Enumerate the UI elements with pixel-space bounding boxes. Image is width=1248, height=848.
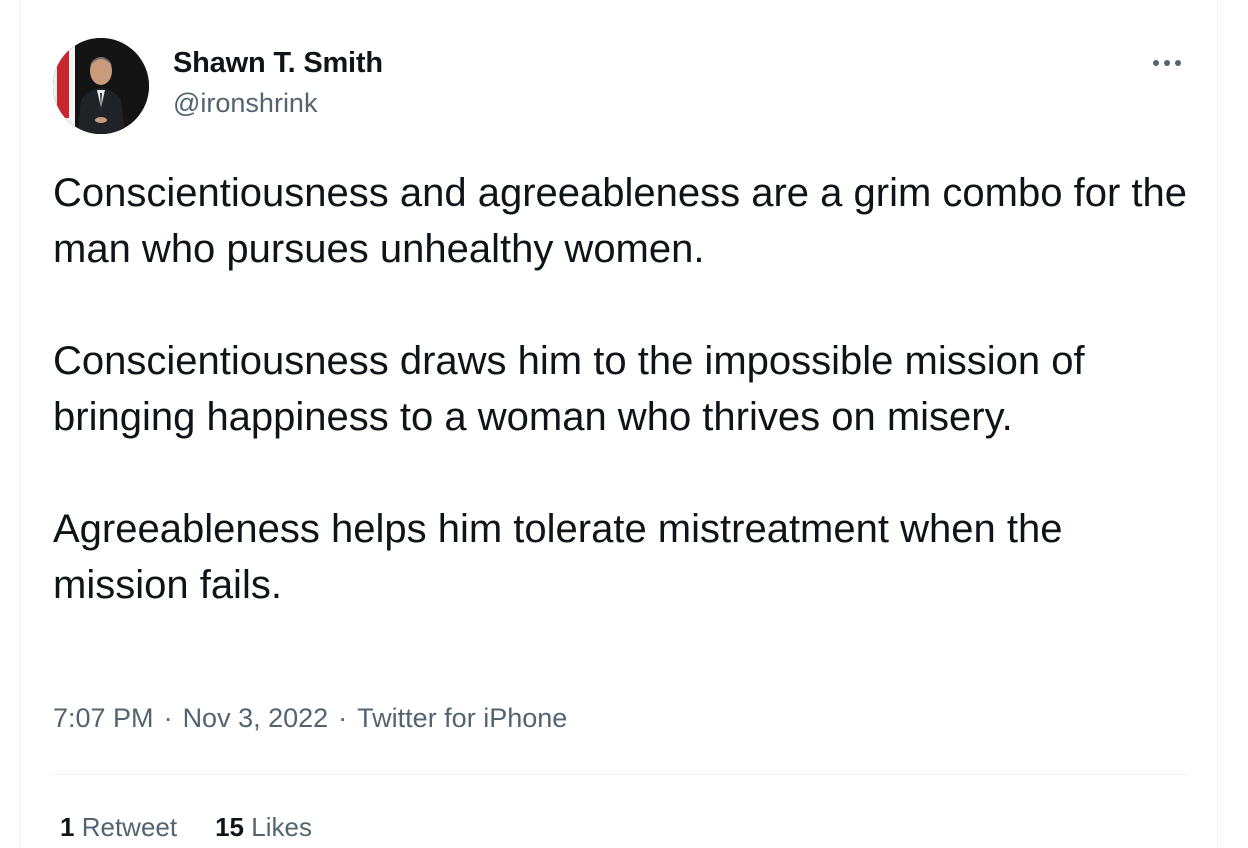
retweets-stat[interactable]: 1 Retweet — [60, 812, 177, 842]
separator: · — [163, 703, 173, 733]
tweet-text: Conscientiousness and agreeableness are … — [53, 165, 1203, 613]
retweets-count: 1 — [60, 812, 75, 842]
more-options-icon — [1153, 60, 1181, 66]
avatar-image — [53, 38, 149, 134]
tweet-metadata: 7:07 PM · Nov 3, 2022 · Twitter for iPhone — [53, 703, 567, 734]
tweet-time[interactable]: 7:07 PM — [53, 703, 154, 733]
author-name[interactable]: Shawn T. Smith — [173, 47, 383, 80]
tweet-paragraph: Agreeableness helps him tolerate mistrea… — [53, 507, 1063, 607]
author-handle[interactable]: @ironshrink — [173, 88, 317, 119]
likes-label: Likes — [251, 812, 312, 842]
tweet-paragraph: Conscientiousness draws him to the impos… — [53, 339, 1085, 439]
likes-count: 15 — [215, 812, 245, 842]
tweet-paragraph: Conscientiousness and agreeableness are … — [53, 171, 1187, 271]
tweet-source[interactable]: Twitter for iPhone — [357, 703, 567, 733]
tweet-date[interactable]: Nov 3, 2022 — [183, 703, 329, 733]
retweets-label: Retweet — [81, 812, 178, 842]
likes-stat[interactable]: 15 Likes — [215, 812, 312, 842]
separator: · — [338, 703, 348, 733]
tweet-stats: 1 Retweet 15 Likes — [60, 812, 312, 843]
avatar[interactable] — [53, 38, 149, 134]
more-options-button[interactable] — [1147, 48, 1187, 78]
divider — [53, 774, 1187, 775]
